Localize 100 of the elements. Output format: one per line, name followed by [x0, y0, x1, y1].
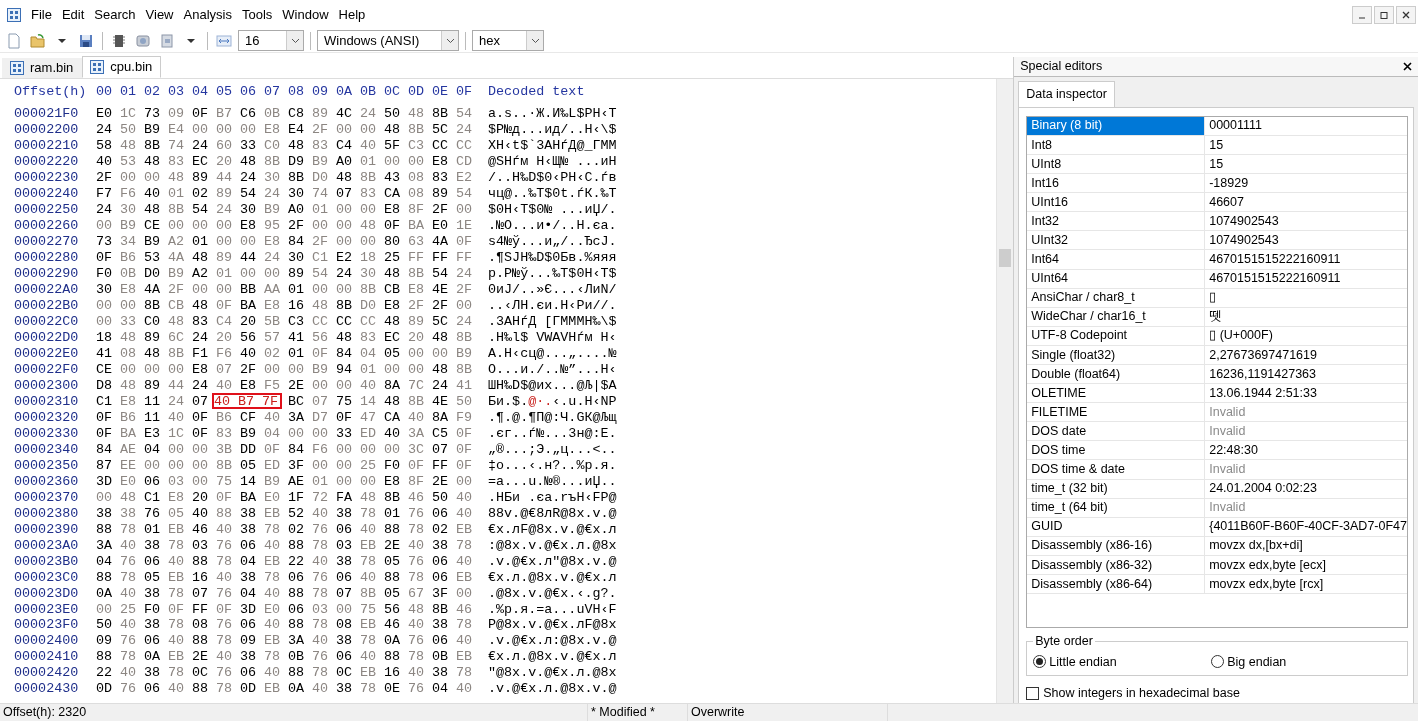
hex-byte[interactable]: 8B [336, 298, 360, 314]
decoded-text[interactable]: .HБи .єа.rъH‹FP@ [488, 489, 617, 505]
hex-byte[interactable]: F5 [264, 377, 288, 393]
hex-byte[interactable]: 33 [336, 425, 360, 441]
hex-byte[interactable]: BA [120, 425, 144, 441]
hex-byte[interactable]: 00 [336, 377, 360, 393]
hex-byte[interactable]: 53 [120, 154, 144, 170]
hex-byte[interactable]: 89 [216, 186, 240, 202]
hex-byte[interactable]: 00 [96, 489, 120, 505]
hex-byte[interactable]: 89 [192, 170, 216, 186]
hex-byte[interactable]: 00 [120, 298, 144, 314]
hex-byte[interactable]: 40 [456, 505, 480, 521]
hex-byte[interactable]: 40 [264, 665, 288, 681]
decoded-text[interactable]: ..‹ЛH.єи.H‹Ри//. [488, 298, 617, 314]
inspector-value[interactable]: Invalid [1205, 422, 1407, 441]
hex-byte[interactable]: 78 [312, 537, 336, 553]
hex-byte[interactable]: 00 [336, 473, 360, 489]
hex-byte[interactable]: E8 [384, 298, 408, 314]
hex-byte[interactable]: B9 [120, 218, 144, 234]
hex-byte[interactable]: 73 [96, 234, 120, 250]
hex-byte[interactable]: 2F [432, 298, 456, 314]
hex-byte[interactable]: 50 [432, 489, 456, 505]
hex-byte[interactable]: 00 [360, 473, 384, 489]
hex-byte[interactable]: 2F [240, 362, 264, 377]
hex-byte[interactable]: E4 [288, 122, 312, 138]
hex-byte[interactable]: BA [240, 298, 264, 314]
hex-byte[interactable]: EB [264, 681, 288, 697]
hex-byte[interactable]: 78 [408, 649, 432, 665]
hex-byte[interactable]: 2F [408, 298, 432, 314]
hex-byte[interactable]: F9 [456, 409, 480, 425]
hex-byte[interactable]: 24 [264, 186, 288, 202]
hex-byte[interactable]: 3A [408, 425, 432, 441]
hex-byte[interactable]: 76 [408, 681, 432, 697]
hex-byte[interactable]: 50 [120, 122, 144, 138]
hex-byte[interactable]: 01 [288, 346, 312, 361]
hex-byte[interactable]: 30 [120, 202, 144, 218]
hex-byte[interactable]: 8B [216, 457, 240, 473]
hex-byte[interactable]: 00 [456, 585, 480, 601]
hex-byte[interactable]: 78 [360, 681, 384, 697]
hex-byte[interactable]: 02 [264, 346, 288, 361]
hex-byte[interactable]: FF [432, 250, 456, 266]
hex-byte[interactable]: 8B [456, 330, 480, 346]
decoded-text[interactable]: .H‰l$ VWAVHѓм H‹ [488, 330, 617, 346]
hex-byte[interactable]: 73 [144, 106, 168, 122]
hex-byte[interactable]: F7 [96, 186, 120, 202]
hex-byte[interactable]: EB [168, 649, 192, 665]
hex-byte[interactable]: 8B [456, 362, 480, 377]
hex-byte[interactable]: 00 [336, 457, 360, 473]
hex-byte[interactable]: 04 [240, 585, 264, 601]
hex-byte[interactable]: 01 [312, 202, 336, 218]
hex-byte[interactable]: 83 [432, 170, 456, 186]
hex-byte[interactable]: 11 [144, 409, 168, 425]
hex-byte[interactable]: FF [408, 250, 432, 266]
hex-byte[interactable]: EB [360, 537, 384, 553]
hex-byte[interactable]: E0 [432, 218, 456, 234]
hex-byte[interactable]: 78 [168, 617, 192, 633]
hex-byte[interactable]: 2E [192, 649, 216, 665]
hex-byte[interactable]: A2 [192, 266, 216, 282]
hex-byte[interactable]: 72 [312, 489, 336, 505]
hex-byte[interactable]: 40 [216, 377, 240, 393]
hex-byte[interactable]: 01 [360, 154, 384, 170]
inspector-name[interactable]: UInt8 [1027, 154, 1206, 174]
hex-byte[interactable]: 00 [408, 154, 432, 170]
decoded-text[interactable]: .3АHѓД [ГМММH‰\$ [488, 314, 617, 330]
hex-byte[interactable]: 1F [288, 489, 312, 505]
hex-byte[interactable]: CE [96, 362, 120, 377]
hex-byte[interactable]: 04 [96, 553, 120, 569]
hex-byte[interactable]: 00 [144, 170, 168, 186]
hex-byte[interactable]: 40 [360, 138, 384, 154]
hex-byte[interactable]: 07 [312, 393, 336, 409]
hex-byte[interactable]: 8B [144, 298, 168, 314]
hex-byte[interactable]: 01 [192, 234, 216, 250]
hex-byte[interactable]: 24 [192, 377, 216, 393]
inspector-value[interactable]: {4011B60F-B60F-40CF-3AD7-0F47 [1205, 517, 1407, 536]
hex-byte[interactable]: 89 [144, 377, 168, 393]
hex-byte[interactable]: 75 [336, 393, 360, 409]
hex-byte[interactable]: 20 [216, 154, 240, 170]
hex-byte[interactable]: 00 [216, 234, 240, 250]
hex-byte[interactable]: B9 [144, 234, 168, 250]
decoded-text[interactable]: s4№ў...и„/..ЂcJ. [488, 234, 617, 250]
hex-byte[interactable]: 41 [96, 346, 120, 361]
hex-byte[interactable]: 00 [312, 218, 336, 234]
hex-byte[interactable]: 24 [216, 202, 240, 218]
hex-byte[interactable]: 88 [288, 617, 312, 633]
hex-byte[interactable]: 8F [408, 473, 432, 489]
hex-byte[interactable]: 40 [312, 505, 336, 521]
hex-byte[interactable]: 20 [216, 330, 240, 346]
hex-byte[interactable]: 40 [408, 617, 432, 633]
hex-byte[interactable]: A0 [336, 154, 360, 170]
hex-byte[interactable]: 8F [408, 202, 432, 218]
inspector-name[interactable]: AnsiChar / char8_t [1027, 288, 1206, 307]
hex-byte[interactable]: 46 [384, 617, 408, 633]
hex-byte[interactable]: 22 [96, 665, 120, 681]
hex-byte[interactable]: E8 [240, 377, 264, 393]
hex-byte[interactable]: 0F [96, 250, 120, 266]
hex-byte[interactable]: 00 [192, 441, 216, 457]
hex-byte[interactable]: 00 [216, 282, 240, 298]
hex-byte[interactable]: 16 [288, 298, 312, 314]
decoded-text[interactable]: :@8x.v.@€x.л.@8x [488, 537, 617, 553]
hex-byte[interactable]: 24 [96, 202, 120, 218]
